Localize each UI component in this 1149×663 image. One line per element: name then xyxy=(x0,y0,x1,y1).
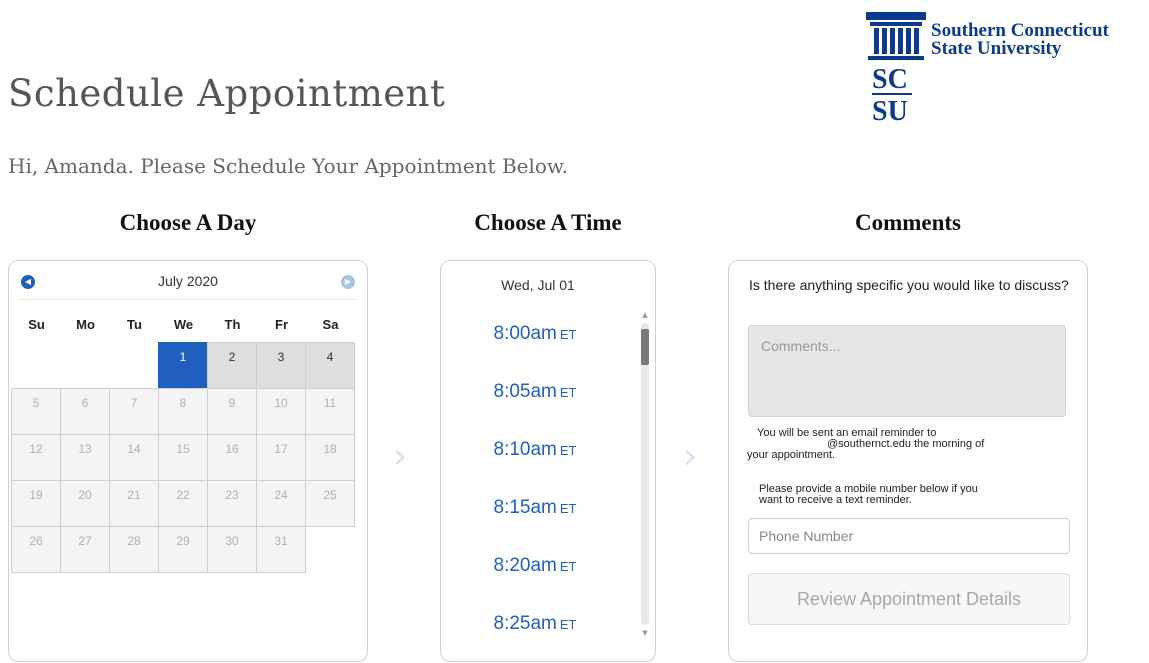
weekday-label: Su xyxy=(28,317,45,332)
calendar-day[interactable]: 4 xyxy=(305,342,355,389)
calendar-day: 17 xyxy=(256,434,306,481)
scroll-up-icon[interactable]: ▲ xyxy=(639,309,651,321)
calendar-day[interactable]: 2 xyxy=(207,342,257,389)
calendar-day: 22 xyxy=(158,480,208,527)
calendar-day: 9 xyxy=(207,388,257,435)
time-slot[interactable]: 8:15am ET xyxy=(441,497,629,555)
calendar-day: 24 xyxy=(256,480,306,527)
calendar-day: 20 xyxy=(60,480,110,527)
email-reminder-note: You will be sent an email reminder to @s… xyxy=(747,428,1073,461)
calendar-day: 19 xyxy=(11,480,61,527)
calendar-day: 30 xyxy=(207,526,257,573)
choose-day-heading: Choose A Day xyxy=(119,210,257,235)
time-slot-time: 8:05am xyxy=(493,381,557,402)
scrollbar-thumb[interactable] xyxy=(641,329,649,365)
calendar-month-label: July 2020 xyxy=(158,273,218,289)
logo-line-2: State University xyxy=(931,38,1062,59)
time-slot-timezone: ET xyxy=(559,327,577,342)
scrollbar-track[interactable] xyxy=(641,323,649,625)
calendar-day: 25 xyxy=(305,480,355,527)
calendar-panel: ◀ July 2020 ▶ Su Mo Tu We Th Fr Sa 1 2 3 4 5 6 7 8 9 10… xyxy=(8,260,368,662)
time-slot-timezone: ET xyxy=(559,501,577,516)
weekday-label: Sa xyxy=(322,317,339,332)
comments-textarea[interactable] xyxy=(748,325,1066,417)
chevron-right-icon: › xyxy=(393,436,408,477)
column-logo-icon: SC SU xyxy=(866,12,926,127)
calendar-day: 18 xyxy=(305,434,355,481)
weekday-label: Fr xyxy=(275,317,288,332)
calendar-blank-cell xyxy=(109,342,159,389)
time-slot-time: 8:20am xyxy=(493,555,557,576)
time-slot[interactable]: 8:10am ET xyxy=(441,439,629,497)
calendar-blank-cell xyxy=(60,342,110,389)
calendar-day-selected[interactable]: 1 xyxy=(158,342,208,389)
calendar-day: 29 xyxy=(158,526,208,573)
calendar-day: 15 xyxy=(158,434,208,481)
calendar-day: 28 xyxy=(109,526,159,573)
calendar-day: 14 xyxy=(109,434,159,481)
scroll-down-icon[interactable]: ▼ xyxy=(639,627,651,639)
comments-question: Is there anything specific you would lik… xyxy=(749,277,1069,293)
time-slot[interactable]: 8:20am ET xyxy=(441,555,629,613)
email-note-line-3: your appointment. xyxy=(747,449,836,461)
choose-time-heading: Choose A Time xyxy=(474,210,622,235)
time-scrollbar[interactable]: ▲ ▼ xyxy=(639,309,651,639)
calendar-day: 7 xyxy=(109,388,159,435)
weekday-label: Tu xyxy=(127,317,142,332)
calendar-day: 21 xyxy=(109,480,159,527)
phone-number-input[interactable] xyxy=(748,518,1070,554)
calendar-day: 13 xyxy=(60,434,110,481)
time-slot-list: 8:00am ET 8:05am ET 8:10am ET 8:15am ET 8:20am ET… xyxy=(441,323,629,663)
time-slot-timezone: ET xyxy=(559,443,577,458)
calendar-day: 12 xyxy=(11,434,61,481)
calendar-day: 16 xyxy=(207,434,257,481)
calendar-header: ◀ July 2020 ▶ xyxy=(19,269,357,300)
time-slot[interactable]: 8:05am ET xyxy=(441,381,629,439)
calendar-day: 8 xyxy=(158,388,208,435)
selected-date-label: Wed, Jul 01 xyxy=(501,277,575,293)
weekday-label: Mo xyxy=(76,317,95,332)
page-title: Schedule Appointment xyxy=(8,72,446,115)
time-slot-time: 8:00am xyxy=(493,323,557,344)
logo-wordmark: Southern Connecticut State University xyxy=(931,21,1109,59)
time-slot-timezone: ET xyxy=(559,385,577,400)
comments-heading: Comments xyxy=(854,210,962,235)
university-logo: SC SU Southern Connecticut State Univers… xyxy=(866,12,1109,128)
calendar-grid: 1 2 3 4 5 6 7 8 9 10 11 12 13 14 15 16 17 18 19 20 21 22 23 24 2… xyxy=(11,342,355,573)
calendar-day: 26 xyxy=(11,526,61,573)
mobile-note-line-2: want to receive a text reminder. xyxy=(759,494,912,506)
calendar-day: 23 xyxy=(207,480,257,527)
chevron-right-icon: › xyxy=(683,436,698,477)
review-appointment-button[interactable]: Review Appointment Details xyxy=(748,573,1070,625)
weekday-row: Su Mo Tu We Th Fr Sa xyxy=(12,317,355,332)
calendar-day[interactable]: 3 xyxy=(256,342,306,389)
greeting-text: Hi, Amanda. Please Schedule Your Appoint… xyxy=(8,154,569,178)
time-slot[interactable]: 8:00am ET xyxy=(441,323,629,381)
time-slot-time: 8:10am xyxy=(493,439,557,460)
calendar-day: 11 xyxy=(305,388,355,435)
time-slot-time: 8:25am xyxy=(493,613,557,634)
calendar-day: 27 xyxy=(60,526,110,573)
time-slot-timezone: ET xyxy=(559,559,577,574)
mobile-reminder-note: Please provide a mobile number below if … xyxy=(759,484,1073,506)
logo-mark-top: SC xyxy=(872,64,908,95)
weekday-label: Th xyxy=(224,317,241,332)
logo-mark-bottom: SU xyxy=(872,96,908,127)
time-slot[interactable]: 8:25am ET xyxy=(441,613,629,663)
calendar-day: 6 xyxy=(60,388,110,435)
calendar-day: 5 xyxy=(11,388,61,435)
calendar-blank-cell xyxy=(11,342,61,389)
weekday-label: We xyxy=(173,317,194,332)
calendar-day: 10 xyxy=(256,388,306,435)
time-slot-time: 8:15am xyxy=(493,497,557,518)
time-slot-timezone: ET xyxy=(559,617,577,632)
next-month-icon[interactable]: ▶ xyxy=(341,275,355,289)
comments-panel: Is there anything specific you would lik… xyxy=(728,260,1088,662)
calendar-day: 31 xyxy=(256,526,306,573)
time-panel: Wed, Jul 01 8:00am ET 8:05am ET 8:10am ET 8:15… xyxy=(440,260,656,662)
